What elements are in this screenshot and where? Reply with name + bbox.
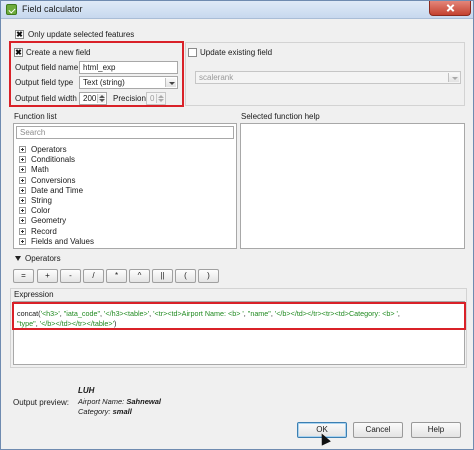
function-tree: Operators Conditionals Math Conversions Date… [19, 145, 229, 249]
expand-plus-icon[interactable] [19, 237, 26, 245]
update-field-label: Update existing field [200, 48, 273, 57]
title-bar: Field calculator [1, 1, 473, 19]
update-field-checkbox[interactable] [188, 48, 197, 57]
expand-plus-icon[interactable] [19, 186, 26, 194]
expression-token: concat( [17, 309, 41, 318]
output-field-width-label: Output field width [15, 94, 77, 103]
chevron-down-icon [448, 73, 459, 82]
output-field-type-label: Output field type [15, 78, 74, 87]
expression-token: , [397, 309, 400, 318]
precision-label: Precision [113, 94, 146, 103]
expression-literal: '</b></td></tr></table>' [39, 319, 114, 328]
close-icon[interactable] [429, 1, 471, 16]
operator-multiply-button[interactable]: * [106, 269, 127, 283]
expression-literal: "name" [247, 309, 271, 318]
expand-plus-icon[interactable] [19, 227, 26, 235]
expand-plus-icon[interactable] [19, 217, 26, 225]
operator-close-paren-button[interactable]: ) [198, 269, 219, 283]
precision-spinbox[interactable]: 0 [146, 92, 166, 105]
preview-category-row: Category: small [78, 407, 132, 416]
expand-plus-icon[interactable] [19, 197, 26, 204]
existing-field-select[interactable]: scalerank [195, 71, 461, 84]
cancel-button[interactable]: Cancel [353, 422, 403, 438]
expression-literal: '</h3><table>' [104, 309, 150, 318]
preview-category-value: small [112, 407, 132, 416]
expression-literal: "iata_code" [63, 309, 100, 318]
function-group-label: Math [31, 165, 49, 175]
preview-airport-value: Sahnewal [126, 397, 161, 406]
chevron-down-icon [165, 78, 176, 87]
operators-title: Operators [25, 254, 61, 263]
precision-value: 0 [150, 94, 155, 103]
output-field-width-spinbox[interactable]: 200 [79, 92, 107, 105]
operator-open-paren-button[interactable]: ( [175, 269, 196, 283]
output-field-type-value: Text (string) [83, 78, 125, 87]
spin-arrows-icon [156, 94, 164, 103]
function-list-title: Function list [14, 112, 57, 121]
preview-airport-label: Airport Name: [78, 397, 125, 406]
function-group-label: Conditionals [31, 155, 76, 165]
output-preview-label: Output preview: [13, 398, 70, 407]
output-field-type-select[interactable]: Text (string) [79, 76, 178, 89]
field-calculator-dialog: Field calculator ✖ Only update selected … [0, 0, 474, 450]
expand-plus-icon[interactable] [19, 207, 26, 215]
function-group-label: Fields and Values [31, 236, 94, 246]
existing-field-value: scalerank [199, 73, 234, 82]
expand-plus-icon[interactable] [19, 176, 26, 184]
function-help-panel [240, 123, 465, 249]
preview-airport-row: Airport Name: Sahnewal [78, 397, 161, 406]
expand-plus-icon[interactable] [19, 166, 26, 174]
output-field-name-label: Output field name [15, 63, 79, 72]
function-group-label: Conversions [31, 175, 76, 185]
expand-plus-icon[interactable] [19, 156, 26, 164]
create-field-checkbox[interactable]: ✖ [14, 48, 23, 57]
only-selected-label: Only update selected features [28, 30, 135, 39]
operator-minus-button[interactable]: - [60, 269, 81, 283]
expression-literal: '</b></td></tr><tr><td>Category: <b> ' [274, 309, 398, 318]
expression-title: Expression [14, 290, 54, 299]
function-group-label: Geometry [31, 216, 67, 226]
function-group-label: Operators [31, 145, 67, 154]
function-group-label: Color [31, 206, 51, 216]
function-list-panel: Search Operators Conditionals Math Conversi… [13, 123, 237, 249]
expression-line-1: concat('<h3>', "iata_code", '</h3><table… [17, 309, 465, 319]
spin-arrows-icon [97, 94, 105, 103]
preview-category-label: Category: [78, 407, 111, 416]
function-help-title: Selected function help [241, 112, 320, 121]
expression-literal: '<tr><td>Airport Name: <b> ' [153, 309, 244, 318]
expand-plus-icon[interactable] [19, 146, 26, 153]
output-field-width-value: 200 [83, 94, 97, 103]
function-group-label: Record [31, 226, 57, 236]
expression-literal: "type" [17, 319, 36, 328]
help-button[interactable]: Help [411, 422, 461, 438]
operator-power-button[interactable]: ^ [129, 269, 150, 283]
function-group-label: Date and Time [31, 185, 84, 195]
function-search-input[interactable]: Search [16, 126, 234, 139]
operator-plus-button[interactable]: + [37, 269, 58, 283]
qgis-calculator-icon [6, 4, 17, 15]
operator-concat-button[interactable]: || [152, 269, 173, 283]
only-selected-checkbox[interactable]: ✖ [15, 30, 24, 39]
expression-text: concat('<h3>', "iata_code", '</h3><table… [17, 309, 465, 329]
preview-heading: LUH [78, 386, 95, 395]
window-title: Field calculator [22, 4, 83, 14]
operator-divide-button[interactable]: / [83, 269, 104, 283]
function-group-label: String [31, 196, 52, 205]
operator-equals-button[interactable]: = [13, 269, 34, 283]
expression-token: ) [113, 319, 117, 328]
expression-literal: '<h3>' [40, 309, 60, 318]
output-field-name-input[interactable]: html_exp [79, 61, 178, 74]
collapse-arrow-icon[interactable] [15, 256, 21, 261]
create-field-label: Create a new field [26, 48, 91, 57]
expression-line-2: "type", '</b></td></tr></table>') [17, 319, 465, 329]
